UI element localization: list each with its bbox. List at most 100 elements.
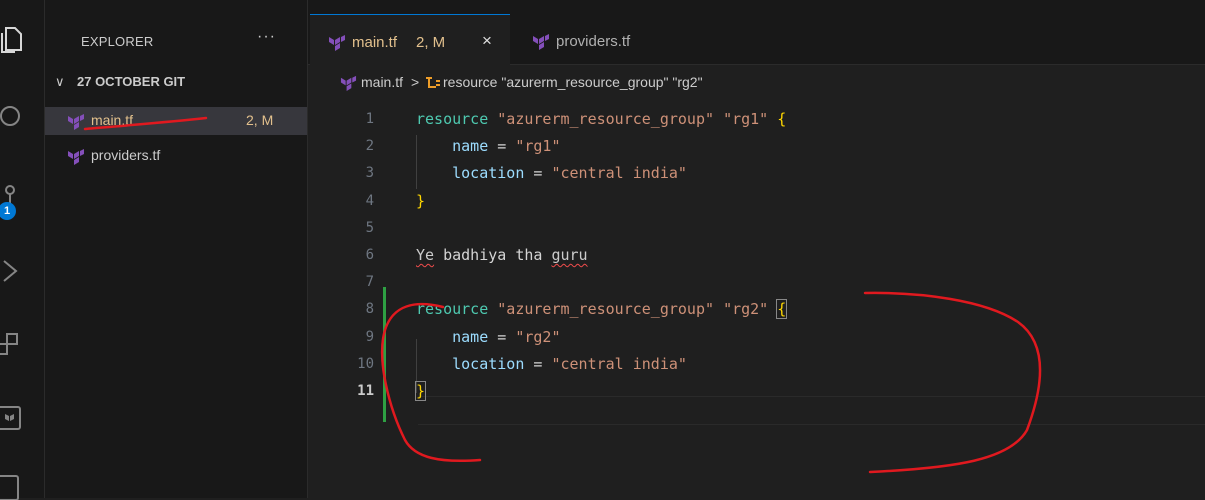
code-text: name = "rg2" (416, 327, 561, 346)
code-token: name (452, 137, 489, 156)
code-line[interactable]: 7 (308, 269, 1205, 296)
file-status-badge: 2, M (246, 112, 274, 128)
source-control-badge: 1 (0, 202, 16, 220)
code-token: guru (551, 246, 588, 264)
code-token: Ye (416, 246, 435, 264)
code-text: } (414, 381, 427, 401)
run-debug-icon[interactable] (0, 256, 26, 286)
code-token: resource (416, 300, 489, 319)
code-token: badhiya tha (434, 246, 552, 264)
code-editor[interactable]: 1 resource "azurerm_resource_group" "rg1"… (308, 98, 1205, 498)
line-number: 4 (365, 192, 374, 209)
code-token: { (777, 110, 787, 128)
code-token: resource (416, 110, 489, 128)
code-line[interactable]: 8 resource "azurerm_resource_group" "rg2"… (308, 296, 1205, 323)
code-token: = (524, 354, 552, 373)
tab-providers-tf[interactable]: providers.tf (512, 14, 700, 64)
breadcrumb-file[interactable]: main.tf (361, 74, 403, 90)
code-token: "azurerm_resource_group" (497, 110, 715, 128)
code-token: name (452, 327, 489, 346)
code-line[interactable]: 1 resource "azurerm_resource_group" "rg1"… (308, 106, 1205, 133)
line-number: 1 (365, 111, 374, 127)
editor-tabs: main.tf 2, M × providers.tf (308, 0, 1205, 65)
code-line[interactable]: 10 location = "central india" (308, 351, 1205, 378)
code-token: } (414, 381, 427, 401)
terraform-file-icon (340, 75, 357, 91)
code-token: location (452, 354, 525, 373)
explorer-title: EXPLORER (81, 34, 154, 49)
code-text: resource "azurerm_resource_group" "rg1" … (416, 110, 786, 128)
code-line[interactable]: 4} (308, 188, 1205, 215)
code-line[interactable]: 6 Ye badhiya tha guru (308, 242, 1205, 269)
more-actions-button[interactable]: ··· (257, 28, 276, 46)
symbol-structure-icon (426, 77, 440, 88)
code-token: "azurerm_resource_group" (497, 300, 715, 319)
code-token: "rg2" (723, 300, 769, 319)
code-token: "central india" (551, 164, 687, 183)
code-token: = (488, 137, 516, 156)
line-number: 8 (365, 301, 374, 318)
code-token: { (776, 299, 788, 320)
folder-name: 27 OCTOBER GIT (77, 74, 186, 89)
testing-icon[interactable] (0, 470, 26, 500)
code-text: location = "central india" (416, 164, 687, 182)
line-number: 2 (365, 138, 374, 155)
file-item-main-tf[interactable]: main.tf 2, M (45, 107, 307, 135)
code-token: = (524, 164, 552, 183)
file-item-providers-tf[interactable]: providers.tf (45, 142, 307, 170)
tab-label: main.tf (352, 34, 398, 51)
search-icon[interactable] (0, 102, 26, 132)
line-number: 3 (365, 165, 374, 182)
extensions-icon[interactable] (0, 330, 26, 360)
terraform-file-icon (68, 149, 84, 165)
folder-row[interactable]: ∨ 27 OCTOBER GIT (45, 71, 307, 95)
code-token: "rg2" (515, 327, 561, 346)
code-token: "rg1" (723, 110, 769, 128)
terraform-file-icon (533, 34, 549, 50)
line-number: 7 (365, 274, 374, 291)
code-token: "central india" (551, 354, 687, 373)
line-number: 6 (365, 247, 374, 263)
code-line[interactable]: 3 location = "central india" (308, 160, 1205, 187)
breadcrumb-separator: > (411, 74, 420, 90)
tab-main-tf[interactable]: main.tf 2, M × (310, 14, 510, 65)
code-line[interactable]: 9 name = "rg2" (308, 324, 1205, 351)
line-number: 11 (357, 383, 374, 399)
terraform-file-icon (329, 35, 345, 51)
tab-label: providers.tf (556, 33, 631, 50)
code-text: Ye badhiya tha guru (416, 246, 588, 264)
terraform-icon[interactable] (0, 404, 26, 434)
explorer-icon[interactable] (0, 24, 26, 54)
code-line[interactable]: 5 (308, 215, 1205, 242)
code-token: } (416, 191, 426, 210)
activity-bar: 1 (0, 0, 45, 500)
code-token: = (488, 327, 516, 346)
line-number: 10 (357, 355, 374, 372)
line-number: 9 (365, 328, 374, 345)
file-name: main.tf (91, 112, 134, 128)
file-name: providers.tf (91, 147, 161, 163)
code-text: location = "central india" (416, 355, 687, 373)
code-line[interactable]: 11} (308, 378, 1205, 405)
code-text: name = "rg1" (416, 137, 561, 156)
explorer-sidebar: EXPLORER ··· ∨ 27 OCTOBER GIT main.tf 2,… (45, 0, 308, 498)
code-token: location (452, 164, 525, 183)
terraform-file-icon (68, 114, 84, 130)
close-icon[interactable]: × (482, 31, 492, 51)
code-text: } (416, 192, 425, 210)
chevron-down-icon: ∨ (55, 74, 65, 89)
code-line[interactable]: 2 name = "rg1" (308, 133, 1205, 160)
breadcrumb-symbol[interactable]: resource "azurerm_resource_group" "rg2" (443, 74, 703, 90)
code-text: resource "azurerm_resource_group" "rg2" … (416, 299, 788, 320)
code-token: "rg1" (515, 137, 561, 156)
